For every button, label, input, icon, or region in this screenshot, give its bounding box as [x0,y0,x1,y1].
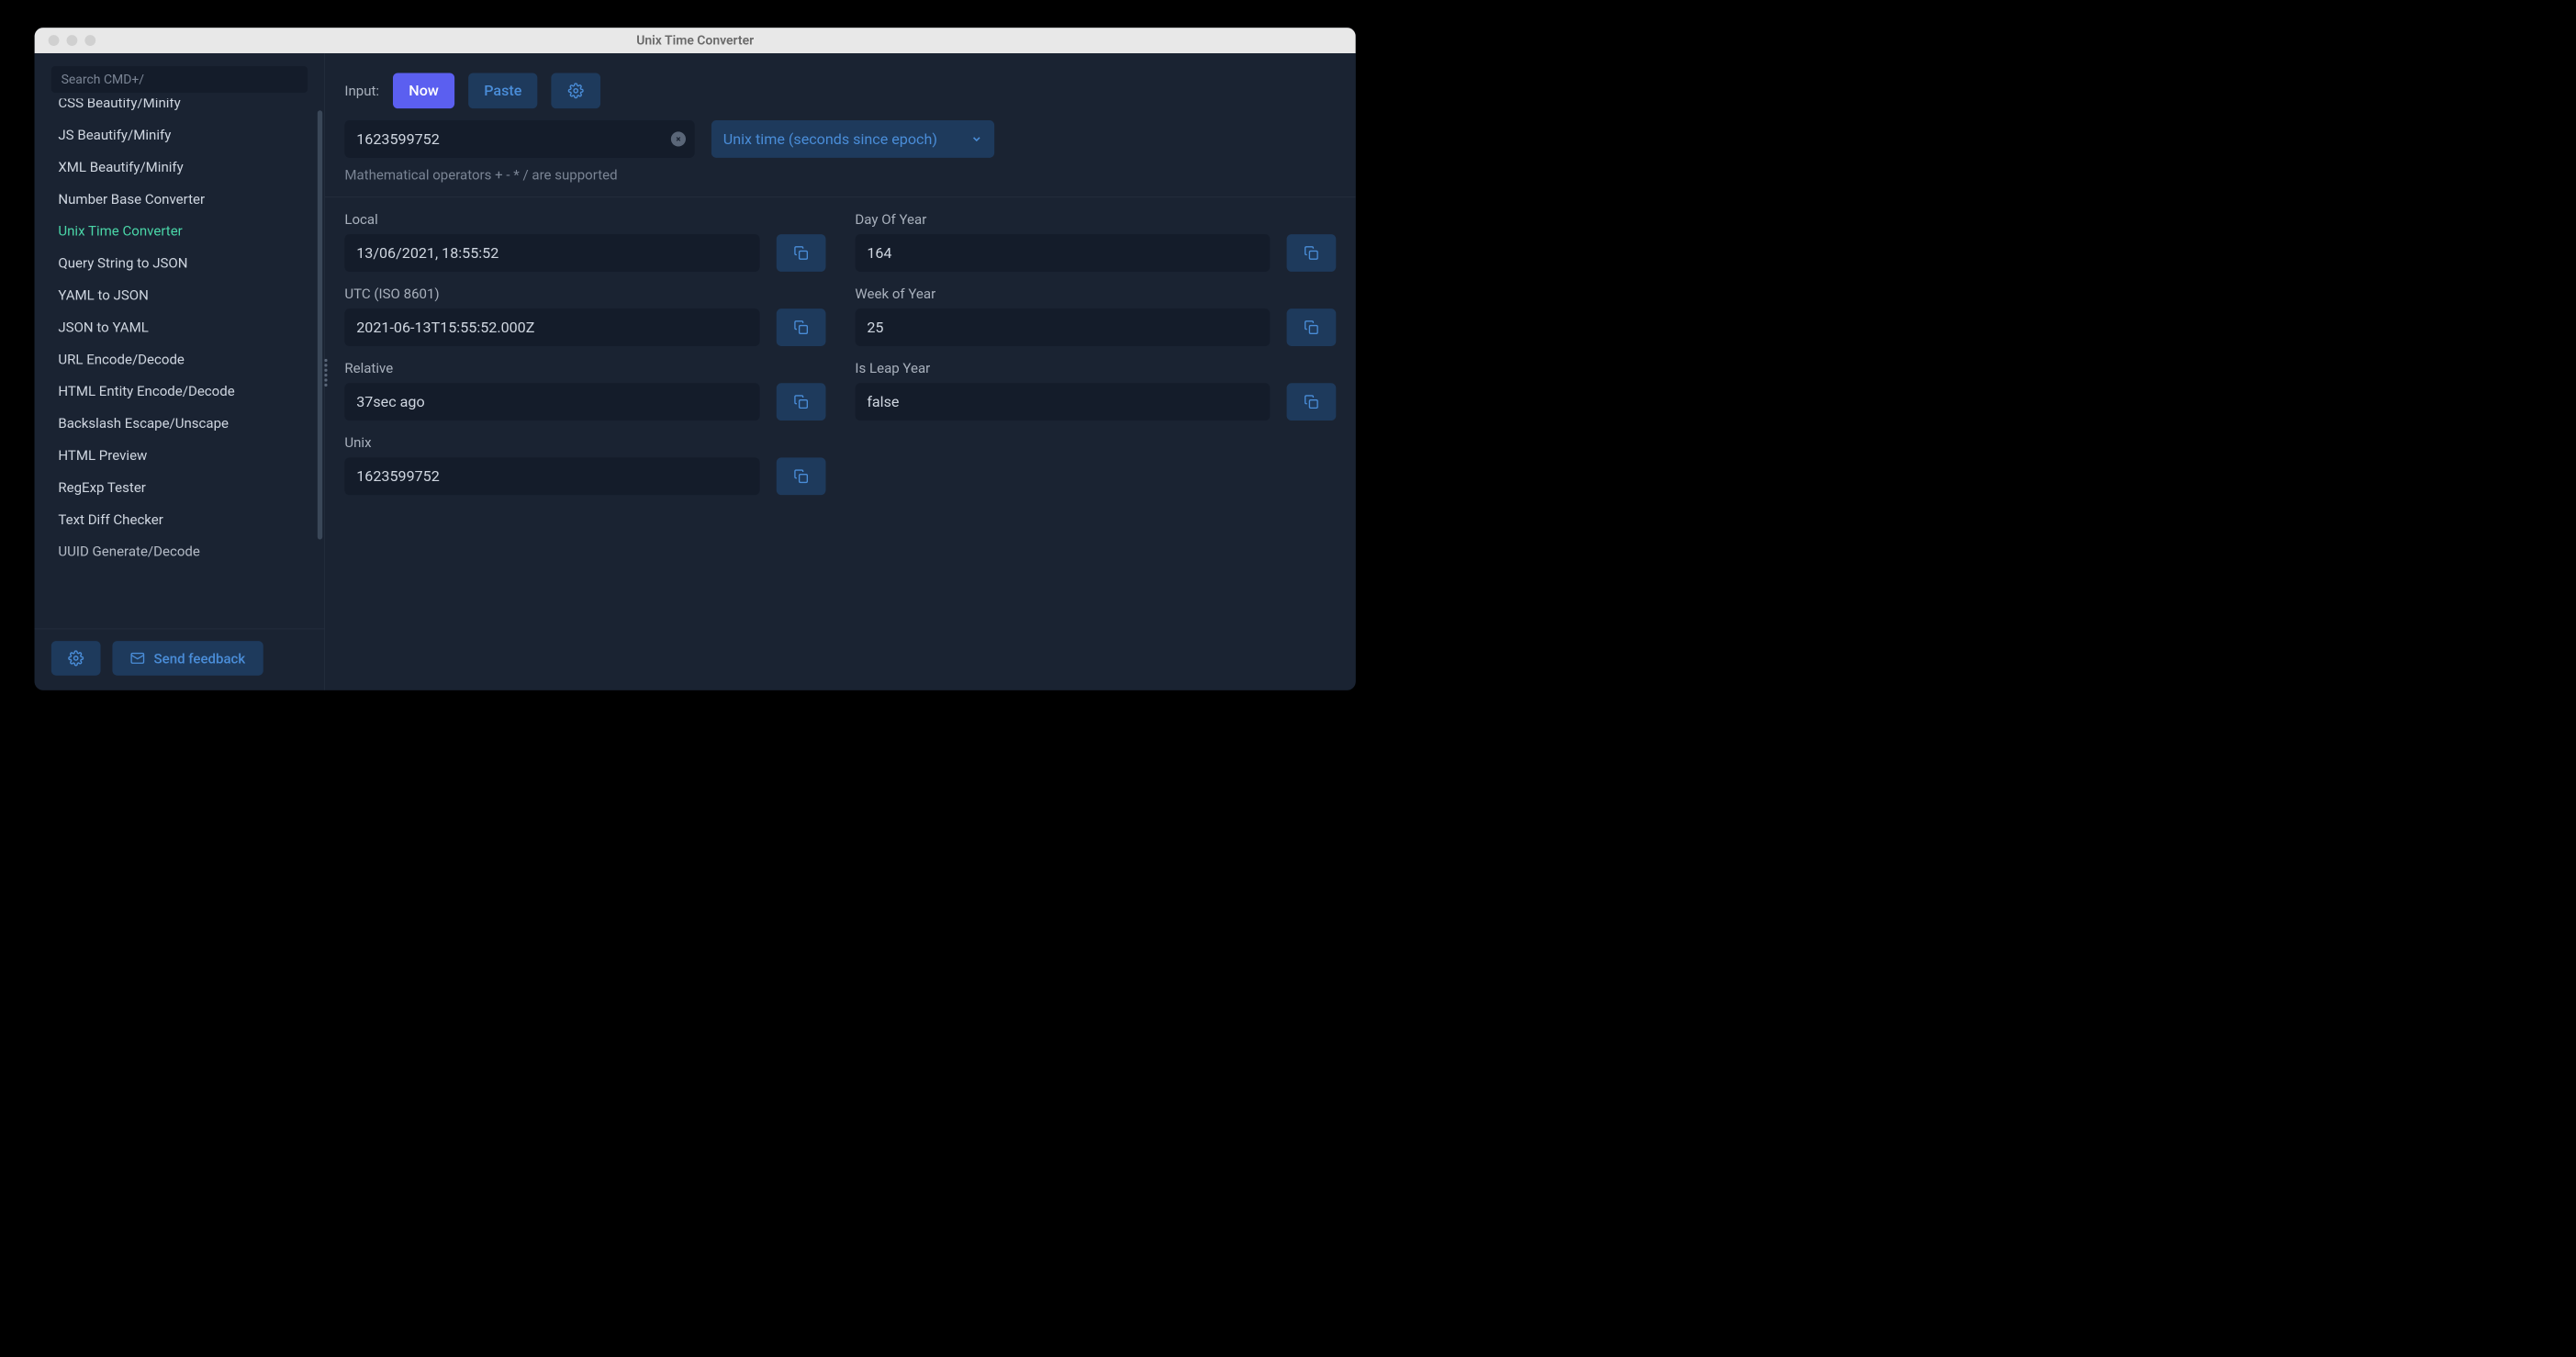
search-input[interactable] [51,66,308,93]
gear-icon [68,650,84,666]
sidebar-item[interactable]: Text Diff Checker [51,503,316,535]
clear-input-button[interactable] [671,131,686,146]
format-dropdown[interactable]: Unix time (seconds since epoch) [711,120,994,158]
sidebar-item[interactable]: Unix Time Converter [51,215,316,247]
sidebar-item[interactable]: CSS Beautify/Minify [51,98,316,118]
field-local: Local 13/06/2021, 18:55:52 [344,211,825,272]
field-value-utc: 2021-06-13T15:55:52.000Z [344,308,759,346]
field-value-local: 13/06/2021, 18:55:52 [344,234,759,272]
sidebar-nav: CSS Beautify/MinifyJS Beautify/MinifyXML… [35,98,325,628]
sidebar-item[interactable]: URL Encode/Decode [51,343,316,376]
sidebar-resize-handle[interactable] [324,359,329,387]
field-label-relative: Relative [344,360,825,376]
field-value-leap-year: false [855,383,1270,421]
copy-leap-year-button[interactable] [1287,383,1337,421]
field-label-day-of-year: Day Of Year [855,211,1336,228]
copy-icon [793,469,808,484]
main-content: Input: Now Paste Unix time (seconds sinc… [325,53,1356,690]
field-label-week-of-year: Week of Year [855,286,1336,302]
field-relative: Relative 37sec ago [344,360,825,421]
input-toolbar: Input: Now Paste [325,53,1356,120]
field-leap-year: Is Leap Year false [855,360,1336,421]
titlebar: Unix Time Converter [35,28,1356,53]
field-value-relative: 37sec ago [344,383,759,421]
sidebar-item[interactable]: YAML to JSON [51,279,316,311]
sidebar-item[interactable]: HTML Entity Encode/Decode [51,376,316,408]
copy-icon [1304,245,1318,260]
copy-icon [1304,320,1318,335]
copy-utc-button[interactable] [777,308,826,346]
sidebar-item[interactable]: Number Base Converter [51,183,316,215]
copy-day-of-year-button[interactable] [1287,234,1337,272]
traffic-lights [49,35,96,46]
field-unix: Unix 1623599752 [344,434,825,495]
sidebar-scrollbar[interactable] [318,110,322,628]
mail-icon [130,651,145,666]
field-value-unix: 1623599752 [344,457,759,495]
send-feedback-button[interactable]: Send feedback [112,641,263,676]
sidebar-item[interactable]: Query String to JSON [51,247,316,279]
sidebar-footer: Send feedback [35,629,325,690]
now-button[interactable]: Now [393,73,454,108]
maximize-window-button[interactable] [84,35,95,46]
field-utc: UTC (ISO 8601) 2021-06-13T15:55:52.000Z [344,286,825,346]
copy-icon [793,245,808,260]
copy-week-of-year-button[interactable] [1287,308,1337,346]
sidebar-item[interactable]: Backslash Escape/Unscape [51,408,316,440]
field-label-local: Local [344,211,825,228]
field-label-leap-year: Is Leap Year [855,360,1336,376]
input-settings-button[interactable] [552,73,601,108]
paste-button[interactable]: Paste [468,73,538,108]
copy-icon [793,320,808,335]
timestamp-input[interactable] [344,120,694,158]
sidebar-item[interactable]: HTML Preview [51,439,316,471]
sidebar: CSS Beautify/MinifyJS Beautify/MinifyXML… [35,53,325,690]
field-label-utc: UTC (ISO 8601) [344,286,825,302]
sidebar-item[interactable]: UUID Generate/Decode [51,535,316,567]
app-window: Unix Time Converter CSS Beautify/MinifyJ… [35,28,1356,690]
copy-unix-button[interactable] [777,457,826,495]
minimize-window-button[interactable] [66,35,77,46]
input-hint: Mathematical operators + - * / are suppo… [325,167,1356,197]
close-window-button[interactable] [49,35,60,46]
sidebar-item[interactable]: JSON to YAML [51,311,316,343]
input-label: Input: [344,83,379,99]
copy-icon [1304,395,1318,409]
results-grid: Local 13/06/2021, 18:55:52 UTC (ISO 8601… [325,211,1356,509]
field-value-day-of-year: 164 [855,234,1270,272]
settings-button[interactable] [51,641,101,676]
divider [325,196,1356,197]
x-icon [675,136,682,143]
field-week-of-year: Week of Year 25 [855,286,1336,346]
field-value-week-of-year: 25 [855,308,1270,346]
gear-icon [568,83,584,98]
send-feedback-label: Send feedback [154,650,246,667]
timestamp-input-wrapper [344,120,694,158]
sidebar-item[interactable]: RegExp Tester [51,471,316,503]
format-selected-label: Unix time (seconds since epoch) [723,130,937,148]
copy-icon [793,395,808,409]
copy-local-button[interactable] [777,234,826,272]
chevron-down-icon [970,133,982,145]
window-title: Unix Time Converter [636,33,754,48]
sidebar-item[interactable]: JS Beautify/Minify [51,118,316,151]
sidebar-item[interactable]: XML Beautify/Minify [51,151,316,183]
field-day-of-year: Day Of Year 164 [855,211,1336,272]
copy-relative-button[interactable] [777,383,826,421]
field-label-unix: Unix [344,434,825,451]
